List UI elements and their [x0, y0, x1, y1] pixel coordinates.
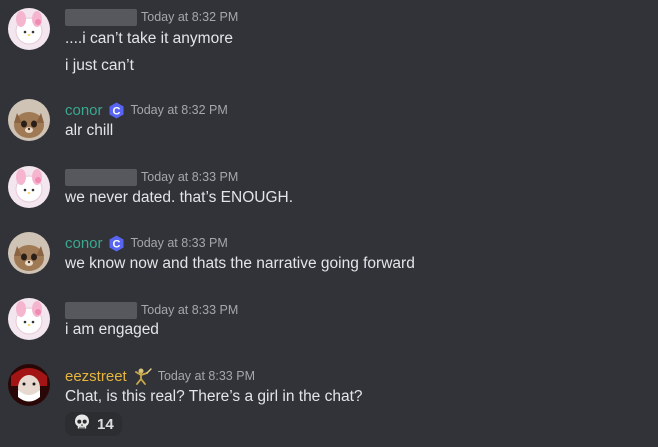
- timestamp: Today at 8:33 PM: [141, 303, 239, 317]
- sanrio-avatar-icon[interactable]: [8, 166, 50, 208]
- sanrio-avatar-icon[interactable]: [8, 298, 50, 340]
- message-text: Chat, is this real? There’s a girl in th…: [65, 388, 363, 405]
- username-conor[interactable]: conor: [65, 102, 103, 119]
- timestamp: Today at 8:33 PM: [157, 369, 255, 383]
- cat-photo-avatar-icon[interactable]: [8, 99, 50, 141]
- sanrio-avatar-icon[interactable]: [8, 8, 50, 50]
- reaction-count: 14: [97, 415, 114, 433]
- message-text: we never dated. that’s ENOUGH.: [65, 189, 294, 206]
- timestamp: Today at 8:33 PM: [130, 236, 228, 250]
- c-badge-icon: C: [108, 235, 125, 252]
- redacted-username: [65, 8, 137, 26]
- reaction-skull[interactable]: 14: [65, 412, 122, 436]
- timestamp: Today at 8:32 PM: [130, 103, 228, 117]
- username-eezstreet[interactable]: eezstreet: [65, 368, 127, 385]
- svg-text:C: C: [112, 105, 120, 117]
- c-badge-icon: C: [108, 102, 125, 119]
- username-conor[interactable]: conor: [65, 235, 103, 252]
- figure-badge-icon: [132, 367, 152, 385]
- cat-photo-avatar-icon[interactable]: [8, 232, 50, 274]
- message-text: alr chill: [65, 122, 114, 139]
- svg-text:C: C: [112, 238, 120, 250]
- skull-icon: [73, 413, 91, 435]
- message-text: ....i can’t take it anymore: [65, 30, 233, 47]
- timestamp: Today at 8:33 PM: [141, 170, 239, 184]
- message-text: i am engaged: [65, 321, 159, 338]
- chat-log: Today at 8:32 PM ....i can’t take it any…: [0, 0, 658, 447]
- message-text: i just can’t: [65, 57, 134, 74]
- timestamp: Today at 8:32 PM: [141, 10, 239, 24]
- redacted-username: [65, 168, 137, 186]
- message-text: we know now and thats the narrative goin…: [65, 255, 415, 272]
- redacted-username: [65, 301, 137, 319]
- masked-avatar-icon[interactable]: [8, 364, 50, 406]
